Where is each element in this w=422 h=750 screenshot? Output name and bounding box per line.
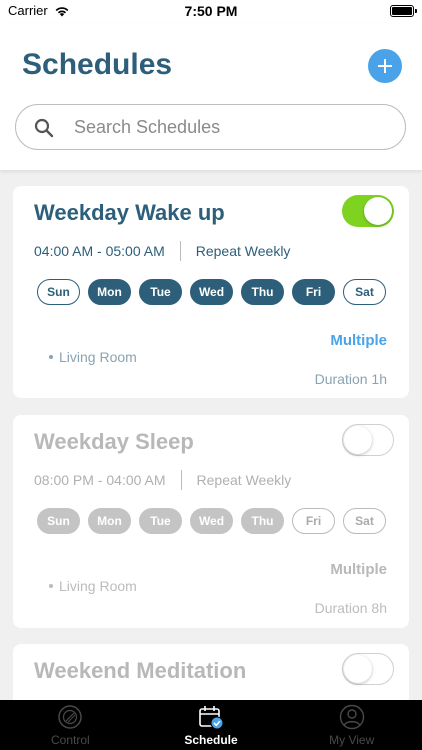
day-fri[interactable]: Fri [292,279,335,305]
tab-control[interactable]: Control [0,700,141,750]
day-wed[interactable]: Wed [190,508,233,534]
time-range: 08:00 PM - 04:00 AM [34,472,166,488]
schedule-title: Weekday Sleep [34,429,194,454]
room-item: Living Room [49,578,137,594]
room-label: Living Room [59,349,137,365]
day-thu[interactable]: Thu [241,279,284,305]
schedule-title: Weekend Meditation [34,658,247,683]
room-label: Living Room [59,578,137,594]
tab-bar: Control Schedule My View [0,700,422,750]
day-sat[interactable]: Sat [343,279,386,305]
multiple-link[interactable]: Multiple [330,332,387,349]
day-mon[interactable]: Mon [88,508,131,534]
add-schedule-button[interactable] [368,49,402,83]
battery-icon [390,5,417,17]
tab-schedule[interactable]: Schedule [141,700,282,750]
tab-label: Control [50,733,90,747]
day-selector: Sun Mon Tue Wed Thu Fri Sat [37,279,386,305]
bullet [49,355,53,359]
search-icon [34,118,54,138]
calendar-check-icon [199,706,224,730]
plus-icon [378,59,392,73]
time-range: 04:00 AM - 05:00 AM [34,243,165,259]
bullet [49,584,53,588]
tab-my-view[interactable]: My View [281,700,422,750]
header: Schedules [0,24,422,170]
day-sat[interactable]: Sat [343,508,386,534]
control-icon [58,705,83,729]
repeat-label: Repeat Weekly [195,243,291,259]
search-input[interactable] [74,105,394,149]
room-item: Living Room [49,349,137,365]
repeat-label: Repeat Weekly [196,472,292,488]
day-thu[interactable]: Thu [241,508,284,534]
page-title: Schedules [22,48,173,81]
day-selector: Sun Mon Tue Wed Thu Fri Sat [37,508,386,534]
day-tue[interactable]: Tue [139,279,182,305]
tab-label: My View [329,733,375,747]
status-bar: Carrier 7:50 PM [0,0,422,24]
schedule-title: Weekday Wake up [34,200,225,225]
day-fri[interactable]: Fri [292,508,335,534]
schedule-toggle[interactable] [342,653,394,685]
day-wed[interactable]: Wed [190,279,233,305]
multiple-link[interactable]: Multiple [330,561,387,578]
day-tue[interactable]: Tue [139,508,182,534]
schedule-time-row: 08:00 PM - 04:00 AM Repeat Weekly [34,470,291,490]
tab-label: Schedule [184,733,238,747]
search-box[interactable] [15,104,406,150]
user-icon [339,704,364,730]
day-sun[interactable]: Sun [37,279,80,305]
schedule-card[interactable]: Weekday Wake up 04:00 AM - 05:00 AM Repe… [13,186,409,398]
duration-label: Duration 8h [314,600,387,616]
schedule-time-row: 04:00 AM - 05:00 AM Repeat Weekly [34,241,290,261]
divider [179,241,181,261]
schedule-toggle[interactable] [342,195,394,227]
status-time: 7:50 PM [184,3,238,19]
schedule-toggle[interactable] [342,424,394,456]
divider [180,470,182,490]
duration-label: Duration 1h [314,371,387,387]
schedule-card[interactable]: Weekday Sleep 08:00 PM - 04:00 AM Repeat… [13,415,409,628]
day-mon[interactable]: Mon [88,279,131,305]
day-sun[interactable]: Sun [37,508,80,534]
